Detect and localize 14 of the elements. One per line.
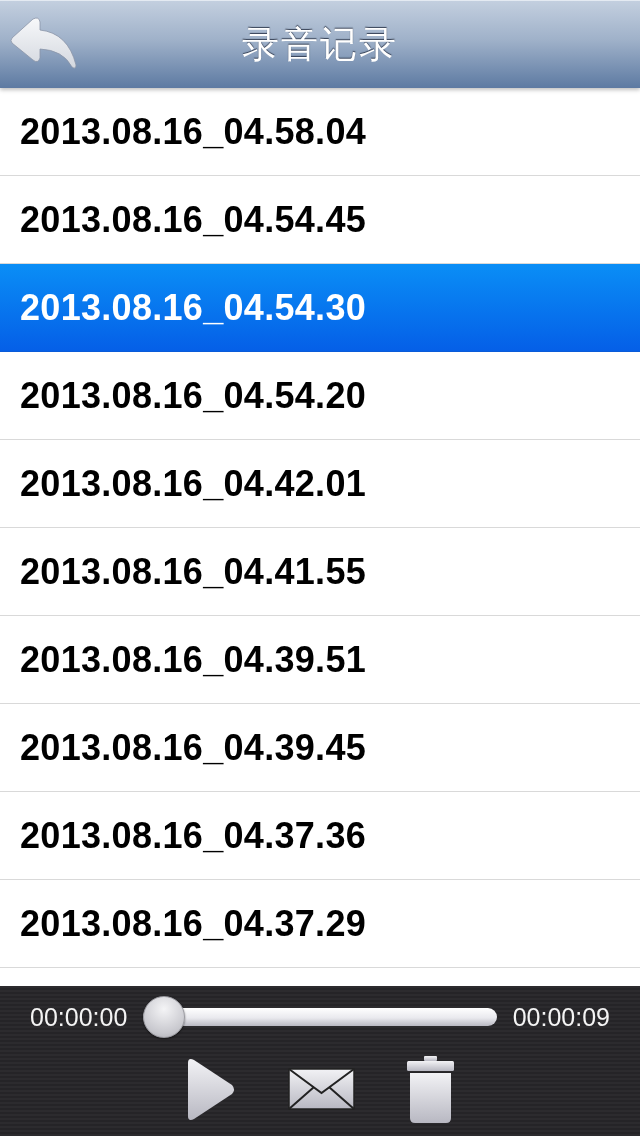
total-duration: 00:00:09 xyxy=(512,1002,610,1032)
back-arrow-icon xyxy=(10,17,78,70)
elapsed-time: 00:00:00 xyxy=(30,1002,128,1032)
back-button[interactable] xyxy=(10,17,78,70)
slider-track[interactable] xyxy=(143,996,497,1038)
play-icon xyxy=(186,1056,236,1122)
trash-icon xyxy=(407,1055,454,1123)
slider-thumb[interactable] xyxy=(143,996,186,1038)
screen-title: 录音记录 xyxy=(242,21,398,68)
delete-button[interactable] xyxy=(407,1055,454,1123)
envelope-icon xyxy=(288,1068,355,1110)
recording-item[interactable]: 2013.08.16_04.54.30 xyxy=(0,264,640,352)
play-button[interactable] xyxy=(186,1056,236,1122)
email-button[interactable] xyxy=(288,1068,355,1110)
